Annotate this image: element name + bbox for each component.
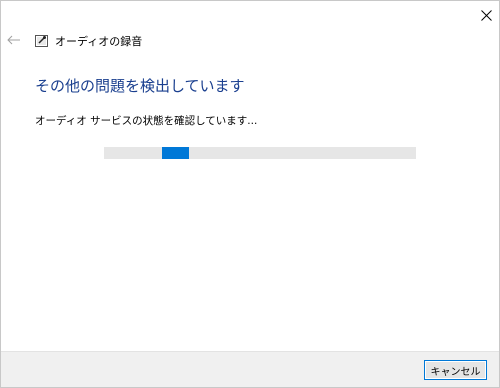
audio-troubleshooter-icon [35, 35, 48, 47]
progress-indicator [162, 147, 189, 159]
status-text: オーディオ サービスの状態を確認しています... [35, 115, 258, 127]
close-icon [480, 9, 492, 21]
footer-bar: キャンセル [1, 351, 499, 387]
progress-bar [104, 147, 416, 159]
troubleshooter-window: オーディオの録音 その他の問題を検出しています オーディオ サービスの状態を確認… [0, 0, 500, 388]
back-button[interactable] [5, 31, 23, 49]
window-title: オーディオの録音 [55, 35, 143, 48]
page-heading: その他の問題を検出しています [35, 77, 245, 95]
cancel-button[interactable]: キャンセル [424, 360, 487, 380]
window-title-row: オーディオの録音 [35, 32, 142, 50]
back-arrow-icon [7, 35, 20, 45]
close-button[interactable] [473, 1, 499, 29]
